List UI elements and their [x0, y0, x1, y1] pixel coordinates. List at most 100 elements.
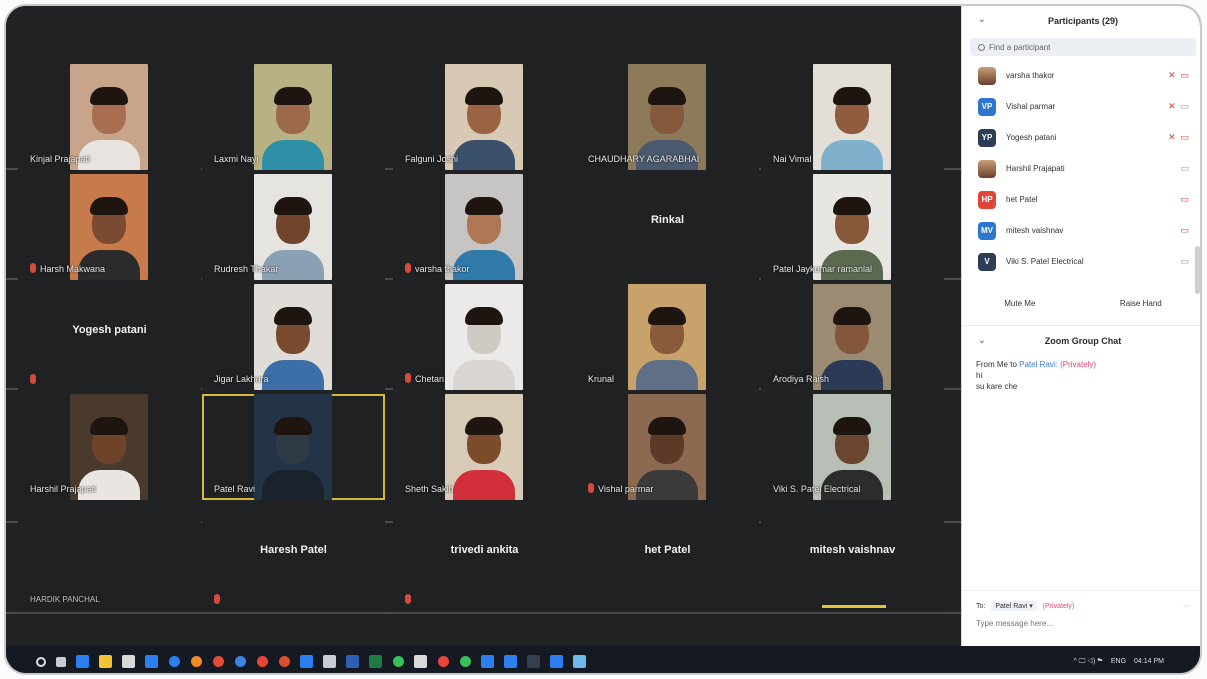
- participant-name: Harshil Prajapati: [30, 484, 97, 494]
- video-tile[interactable]: Jigar Lakhara: [202, 284, 385, 390]
- video-tile[interactable]: Falguni Joshi: [393, 64, 576, 170]
- tray-icons[interactable]: ^ 🖵 ◁) ☁: [1073, 658, 1102, 666]
- chrome-icon[interactable]: [213, 656, 224, 667]
- video-tile[interactable]: mitesh vaishnav: [761, 504, 944, 610]
- raise-hand-button[interactable]: Raise Hand: [1120, 299, 1162, 308]
- participant-list-item[interactable]: Harshil Prajapati ▭: [962, 153, 1200, 184]
- person-hair: [833, 197, 871, 216]
- task-view-icon[interactable]: [56, 656, 66, 667]
- person-hair: [465, 197, 503, 216]
- person-hair: [648, 307, 686, 326]
- participant-name: Nai Vimal: [773, 154, 812, 164]
- video-tile[interactable]: het Patel: [576, 504, 759, 610]
- participant-list-item[interactable]: HP het Patel ▭: [962, 184, 1200, 215]
- zoom-meeting-window: Kinjal Prajapati Laxmi Nayi Falguni Joshi C…: [4, 4, 1202, 675]
- video-tile[interactable]: Laxmi Nayi: [202, 64, 385, 170]
- video-tile[interactable]: varsha thakor: [393, 174, 576, 280]
- video-tile[interactable]: Vishal parmar: [576, 394, 759, 500]
- participant-list-item[interactable]: MV mitesh vaishnav ▭: [962, 215, 1200, 246]
- participant-video: [628, 284, 706, 390]
- muted-mic-icon: ✕: [1167, 132, 1181, 142]
- app-icon[interactable]: [323, 655, 336, 668]
- video-tile[interactable]: Chetan: [393, 284, 576, 390]
- app-icon[interactable]: [300, 655, 313, 668]
- app-icon[interactable]: [279, 656, 290, 667]
- chat-message-input[interactable]: [976, 619, 1191, 628]
- chat-recipient[interactable]: Patel Ravi:: [1019, 360, 1058, 369]
- video-tile[interactable]: Haresh Patel: [202, 504, 385, 610]
- video-tile[interactable]: Patel Ravi: [202, 394, 385, 500]
- participants-header: ⌄ Participants (29): [962, 6, 1200, 36]
- participant-video: [254, 394, 332, 500]
- participant-list-item[interactable]: VP Vishal parmar ✕▭: [962, 91, 1200, 122]
- participant-name-center: Yogesh patani: [72, 324, 147, 336]
- person-hair: [833, 87, 871, 106]
- firefox-icon[interactable]: [191, 656, 202, 667]
- video-tile[interactable]: Arodiya Raish: [761, 284, 944, 390]
- participant-name-label: Rudresh Thakar: [214, 264, 278, 274]
- video-tile[interactable]: Rinkal: [576, 174, 759, 280]
- video-tile[interactable]: trivedi ankita: [393, 504, 576, 610]
- video-tile[interactable]: Kinjal Prajapati: [18, 64, 201, 170]
- opera-icon[interactable]: [257, 656, 268, 667]
- app-icon[interactable]: [438, 656, 449, 667]
- participant-search-input[interactable]: Find a participant: [970, 38, 1196, 56]
- person-hair: [90, 417, 128, 436]
- person-body: [820, 360, 884, 390]
- whatsapp-icon[interactable]: [393, 656, 404, 667]
- participant-list-name: varsha thakor: [1006, 71, 1055, 80]
- participant-list-name: Viki S. Patel Electrical: [1006, 257, 1084, 266]
- search-icon[interactable]: [36, 656, 46, 667]
- muted-mic-icon: [588, 483, 594, 493]
- muted-mic-icon: [405, 373, 411, 383]
- participant-list-scrollbar[interactable]: [1195, 246, 1200, 294]
- video-tile[interactable]: Yogesh patani: [18, 284, 201, 390]
- chevron-down-icon[interactable]: ⌄: [978, 14, 986, 25]
- mute-me-button[interactable]: Mute Me: [1004, 299, 1035, 308]
- chat-message: hi: [976, 371, 983, 380]
- app-icon[interactable]: [235, 656, 246, 667]
- participant-name: Krunal: [588, 374, 615, 384]
- clock[interactable]: 04:14 PM: [1134, 658, 1164, 665]
- cortana-icon[interactable]: [169, 656, 180, 667]
- video-tile[interactable]: Sheth Sakib: [393, 394, 576, 500]
- calculator-icon[interactable]: [414, 655, 427, 668]
- edge-icon[interactable]: [76, 655, 89, 668]
- more-options-icon[interactable]: ···: [1183, 603, 1190, 610]
- person-body: [261, 470, 325, 500]
- store-icon[interactable]: [122, 655, 135, 668]
- file-explorer-icon[interactable]: [99, 655, 112, 668]
- language-indicator[interactable]: ENG: [1111, 658, 1126, 665]
- video-tile[interactable]: Patel Jaykumar ramanlal: [761, 174, 944, 280]
- person-body: [635, 360, 699, 390]
- participant-list-item[interactable]: V Viki S. Patel Electrical ▭: [962, 246, 1200, 277]
- video-tile[interactable]: Harsh Makwana: [18, 174, 201, 280]
- word-icon[interactable]: [346, 655, 359, 668]
- video-tile[interactable]: Rudresh Thakar: [202, 174, 385, 280]
- participant-name-label: Viki S. Patel Electrical: [773, 484, 860, 494]
- participant-video: [254, 64, 332, 170]
- app-icon[interactable]: [527, 655, 540, 668]
- app-icon[interactable]: [460, 656, 471, 667]
- avatar: [978, 66, 996, 85]
- app-icon[interactable]: [504, 655, 517, 668]
- video-tile[interactable]: Harshil Prajapati: [18, 394, 201, 500]
- participant-name-center: mitesh vaishnav: [809, 544, 896, 556]
- recipient-dropdown[interactable]: Patel Ravi ▾: [991, 601, 1037, 611]
- app-icon[interactable]: [481, 655, 494, 668]
- zoom-icon[interactable]: [550, 655, 563, 668]
- person-body: [261, 140, 325, 170]
- video-tile[interactable]: Nai Vimal: [761, 64, 944, 170]
- participant-list-item[interactable]: YP Yogesh patani ✕▭: [962, 122, 1200, 153]
- participant-name: Harsh Makwana: [40, 264, 106, 274]
- participant-list-item[interactable]: varsha thakor ✕▭: [962, 60, 1200, 91]
- chevron-down-icon[interactable]: ⌄: [978, 335, 986, 346]
- video-tile[interactable]: CHAUDHARY AGARABHAI: [576, 64, 759, 170]
- video-tile[interactable]: Krunal: [576, 284, 759, 390]
- mail-icon[interactable]: [145, 655, 158, 668]
- app-icon[interactable]: [573, 655, 586, 668]
- excel-icon[interactable]: [369, 655, 382, 668]
- chat-message: su kare che: [976, 382, 1018, 391]
- video-tile[interactable]: Viki S. Patel Electrical: [761, 394, 944, 500]
- video-tile[interactable]: HARDIK PANCHAL: [18, 504, 201, 610]
